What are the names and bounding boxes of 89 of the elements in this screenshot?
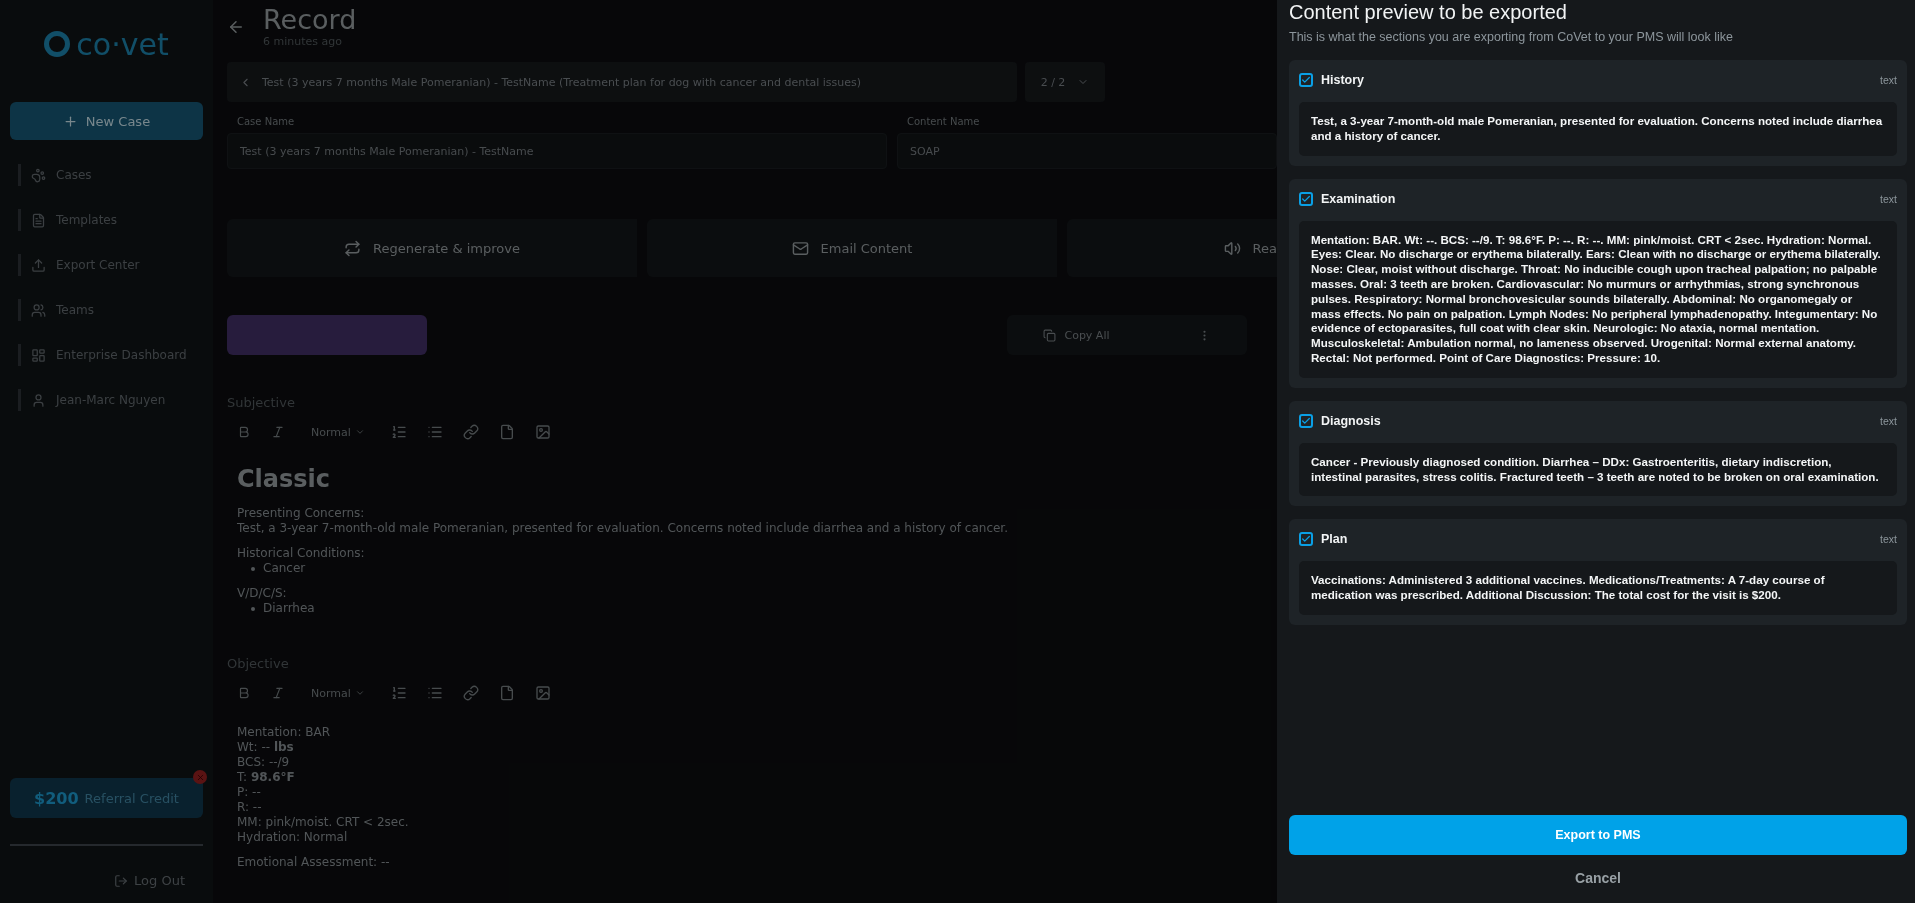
logo: co·vet: [76, 26, 169, 62]
content-text: Hydration: Normal: [237, 830, 348, 845]
content-text: T: 98.6°F: [237, 770, 295, 785]
document-icon: [31, 212, 46, 228]
section-title: Examination: [1321, 191, 1397, 206]
section-type: text: [1880, 192, 1897, 205]
page-title: Record: [263, 4, 357, 35]
check-icon: [1301, 193, 1311, 204]
content-text: Emotional Assessment: --: [237, 855, 390, 870]
link-icon[interactable]: [462, 424, 479, 440]
file-icon[interactable]: [498, 685, 515, 701]
image-icon[interactable]: [534, 424, 551, 440]
close-icon[interactable]: [193, 770, 207, 784]
panel-subtitle: This is what the sections you are exporting from CoVet to your PMS will look like: [1289, 30, 1734, 44]
section-text: Cancer - Previously diagnosed condition. Diarrhea – DDx: Gastroenteritis, dietary indiscretion, intestinal parasites, stress colitis. Fractured teeth – 3 teeth are noted to be broken on oral examination.: [1299, 442, 1897, 497]
content-text: Historical Conditions:: [237, 546, 365, 561]
checkbox[interactable]: [1299, 532, 1313, 547]
copy-all-button[interactable]: Copy All: [1007, 315, 1247, 355]
section-title: Plan: [1321, 532, 1349, 547]
section-text: Vaccinations: Administered 3 additional vaccines. Medications/Treatments: A 7-day course of medication was prescribed. Additional Discussion: The total cost for the visit is $200.: [1299, 561, 1897, 615]
case-selector[interactable]: Test (3 years 7 months Male Pomeranian) - TestName (Treatment plan for dog with cancer and dental issues): [227, 62, 1017, 102]
bullet-list-icon[interactable]: [426, 685, 443, 701]
new-case-button[interactable]: New Case: [10, 102, 203, 140]
field-label: Content Name: [906, 116, 981, 127]
italic-icon[interactable]: [271, 425, 285, 439]
section-type: text: [1880, 74, 1897, 86]
image-icon[interactable]: [534, 685, 551, 701]
panel-title: Content preview to be exported: [1289, 1, 1568, 24]
field-label: Case Name: [236, 116, 296, 127]
users-icon: [31, 302, 46, 318]
paw-icon: [31, 167, 46, 183]
content-text: BCS: --/9: [237, 755, 290, 770]
content-text: Mentation: BAR: [237, 725, 331, 740]
logo-icon: [44, 31, 71, 57]
content-text: Test, a 3-year 7-month-old male Pomeranian, presented for evaluation. Concerns noted include diarrhea and a history of cancer.: [237, 521, 1009, 536]
bullet-icon: [251, 606, 255, 611]
format-dropdown[interactable]: Normal: [305, 685, 371, 701]
check-icon: [1301, 534, 1311, 545]
mail-icon: [791, 239, 809, 257]
section-text: Test, a 3-year 7-month-old male Pomeranian, presented for evaluation. Concerns noted include diarrhea and a history of cancer.: [1299, 102, 1897, 156]
checkbox[interactable]: [1299, 413, 1313, 428]
text-field[interactable]: Test (3 years 7 months Male Pomeranian) - TestName: [227, 133, 887, 169]
content-text: MM: pink/moist. CRT < 2sec.: [237, 815, 409, 830]
section-type: text: [1880, 533, 1897, 546]
section-title: History: [1321, 73, 1366, 87]
caret-icon: [354, 688, 365, 698]
speaker-icon: [1223, 239, 1241, 257]
pager-dropdown[interactable]: 2 / 2: [1025, 62, 1105, 102]
copy-icon: [1043, 328, 1057, 342]
user-icon: [31, 392, 46, 408]
action-button[interactable]: Email Content: [647, 219, 1057, 277]
dashboard-icon: [31, 347, 46, 363]
text-field[interactable]: SOAP: [897, 133, 1277, 169]
bullet-item: Cancer: [263, 561, 306, 576]
content-text: Wt: -- lbs: [237, 740, 294, 755]
format-dropdown[interactable]: Normal: [305, 424, 371, 440]
back-icon[interactable]: [227, 18, 245, 36]
repeat-icon: [344, 239, 361, 257]
caret-icon: [354, 427, 365, 437]
content-heading: Classic: [237, 464, 331, 494]
numbered-list-icon[interactable]: [390, 424, 407, 440]
upload-icon: [31, 257, 46, 273]
content-text: P: --: [237, 785, 261, 800]
export-button[interactable]: Export to PMS: [1289, 815, 1907, 855]
section-title: Diagnosis: [1321, 413, 1382, 428]
file-icon[interactable]: [498, 424, 515, 440]
bullet-list-icon[interactable]: [426, 424, 443, 440]
check-icon: [1301, 415, 1311, 426]
link-icon[interactable]: [462, 685, 479, 701]
checkbox[interactable]: [1299, 73, 1313, 87]
log-out-icon: [114, 873, 129, 888]
cancel-button[interactable]: Cancel: [1289, 855, 1907, 901]
content-text: Presenting Concerns:: [237, 506, 365, 521]
bullet-item: Diarrhea: [263, 601, 315, 616]
check-icon: [1301, 75, 1311, 85]
action-button[interactable]: Regenerate & improve: [227, 219, 637, 277]
log-out-button[interactable]: Log Out: [108, 872, 191, 889]
bold-icon[interactable]: [237, 686, 251, 700]
bullet-icon: [251, 566, 255, 571]
action-button[interactable]: Rea: [1067, 219, 1277, 277]
numbered-list-icon[interactable]: [390, 685, 407, 701]
content-text: R: --: [237, 800, 262, 815]
plus-icon: [62, 113, 78, 129]
section-text: Mentation: BAR. Wt: --. BCS: --/9. T: 98.6°F. P: --. R: --. MM: pink/moist. CRT < 2sec. Hydration: Normal. Eyes: Clear. No discharge or erythema bilaterally. Ears: Clean with no discharge or erythema bilaterally. Nose: Clear, moist without discharge. Throat: No inducible cough upon tracheal palpation; no palpable masses. Oral: 3 teeth are broken. Cardiovascular: No murmurs or arrhythmias, strong synchronous pulses. Respiratory: Normal bronchovesicular sounds bilaterally. Abdominal: No organomegaly or mass effects. No pain on palpation. Lymph Nodes: No peripheral lymphadenopathy. Integumentary: No evidence of ectoparasites, full coat with clear skin. Neurologic: No ataxia, normal mentation. Musculoskeletal: Ambulation normal, no lameness observed. Urogenital: Normal external anatomy. Rectal: Not performed. Point of Care Diagnostics: Pressure: 10.: [1299, 220, 1897, 378]
italic-icon[interactable]: [271, 686, 285, 700]
checkbox[interactable]: [1299, 191, 1313, 206]
content-text: V/D/C/S:: [237, 586, 287, 601]
bold-icon[interactable]: [237, 425, 251, 439]
section-type: text: [1880, 414, 1897, 427]
